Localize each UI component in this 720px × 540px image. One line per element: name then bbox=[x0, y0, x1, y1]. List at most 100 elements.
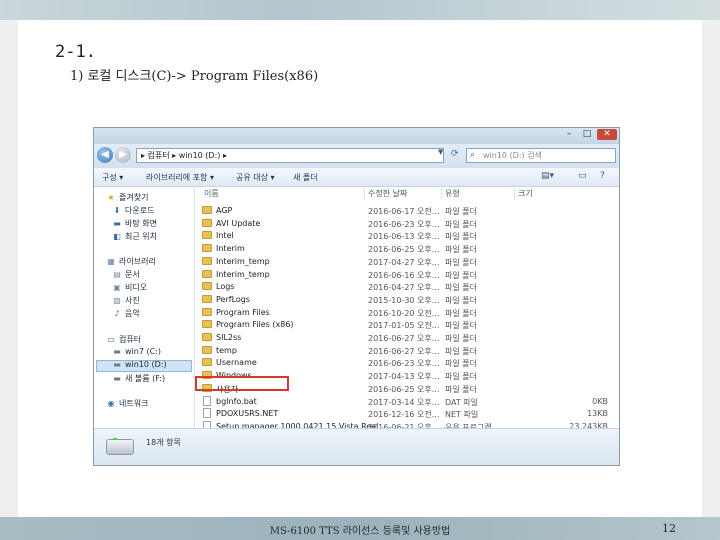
new-folder-button[interactable]: 새 폴더 bbox=[293, 172, 318, 183]
nav-computer[interactable]: ▭ 컴퓨터 bbox=[106, 334, 141, 345]
preview-pane-icon[interactable]: ▭ bbox=[578, 171, 587, 181]
navigation-pane: ★ 즐겨찾기 ⬇ 다운로드 ▬ 바탕 화면 ◧ 최근 위치 ▦ 라이브러리 ▤ 문서 ▣ 비디… bbox=[94, 186, 195, 427]
file-name: Logs bbox=[216, 282, 235, 292]
nav-favorites[interactable]: ★ 즐겨찾기 bbox=[106, 192, 148, 203]
nav-libraries[interactable]: ▦ 라이브러리 bbox=[106, 256, 156, 267]
column-header-date[interactable]: 수정한 날짜 bbox=[368, 188, 407, 200]
video-icon: ▣ bbox=[113, 283, 121, 292]
include-library-button[interactable]: 라이브러리에 포함 ▾ bbox=[146, 172, 214, 183]
folder-icon bbox=[202, 256, 212, 265]
file-row[interactable]: PDOXUSRS.NET 2016-12-16 오전... NET 파일 13KB bbox=[198, 407, 619, 420]
file-row[interactable]: Program Files 2016-10-20 오전... 파일 폴더 bbox=[198, 306, 619, 319]
minimize-button[interactable]: – bbox=[561, 129, 577, 140]
file-type: 파일 폴더 bbox=[445, 384, 477, 394]
column-divider[interactable] bbox=[441, 188, 442, 200]
file-name: Program Files bbox=[216, 307, 270, 317]
file-row[interactable]: SIL2ss 2016-06-27 오후... 파일 폴더 bbox=[198, 331, 619, 344]
file-icon bbox=[203, 408, 211, 419]
column-header-type[interactable]: 유형 bbox=[445, 188, 460, 200]
share-with-button[interactable]: 공유 대상 ▾ bbox=[236, 172, 275, 183]
help-icon[interactable]: ? bbox=[600, 171, 605, 181]
nav-label: 음악 bbox=[125, 309, 140, 318]
file-row[interactable]: Interim_temp 2017-04-27 오후... 파일 폴더 bbox=[198, 255, 619, 268]
column-divider[interactable] bbox=[364, 188, 365, 200]
picture-icon: ▨ bbox=[113, 296, 121, 305]
nav-label: win10 (D:) bbox=[125, 360, 167, 369]
file-name: Intel bbox=[216, 231, 234, 241]
nav-network[interactable]: ◉ 네트워크 bbox=[106, 398, 149, 409]
file-date: 2016-06-16 오후... bbox=[368, 270, 440, 280]
search-input[interactable]: ⌕ win10 (D:) 검색 bbox=[466, 148, 616, 163]
nav-label: 즐겨찾기 bbox=[119, 193, 149, 202]
folder-icon bbox=[202, 244, 212, 253]
address-bar[interactable]: ▸ 컴퓨터 ▸ win10 (D:) ▸ bbox=[136, 148, 444, 163]
command-toolbar: 구성 ▾ 라이브러리에 포함 ▾ 공유 대상 ▾ 새 폴더 ▤▾ ▭ ? bbox=[94, 168, 619, 187]
back-arrow-icon[interactable]: ◀ bbox=[97, 147, 113, 163]
file-date: 2017-04-13 오후... bbox=[368, 372, 440, 382]
nav-item-desktop[interactable]: ▬ 바탕 화면 bbox=[112, 218, 157, 229]
view-options-icon[interactable]: ▤▾ bbox=[541, 171, 554, 181]
file-row[interactable]: bgInfo.bat 2017-03-14 오후... DAT 파일 0KB bbox=[198, 395, 619, 408]
nav-item-videos[interactable]: ▣ 비디오 bbox=[112, 282, 147, 293]
nav-label: 비디오 bbox=[125, 283, 148, 292]
file-row[interactable]: AVI Update 2016-06-23 오후... 파일 폴더 bbox=[198, 217, 619, 230]
file-date: 2016-06-23 오후... bbox=[368, 219, 440, 229]
forward-arrow-icon[interactable]: ▶ bbox=[115, 147, 131, 163]
nav-item-music[interactable]: ♪ 음악 bbox=[112, 308, 140, 319]
search-icon: ⌕ bbox=[470, 150, 476, 160]
maximize-button[interactable]: □ bbox=[579, 129, 595, 140]
file-row[interactable]: Logs 2016-04-27 오후... 파일 폴더 bbox=[198, 280, 619, 293]
file-name: PerfLogs bbox=[216, 294, 251, 304]
explorer-window: – □ ✕ ◀ ▶ ▸ 컴퓨터 ▸ win10 (D:) ▸ ▼ ⟳ ⌕ win… bbox=[93, 127, 620, 466]
file-size: 13KB bbox=[587, 409, 608, 419]
documents-icon: ▤ bbox=[113, 270, 121, 279]
organize-button[interactable]: 구성 ▾ bbox=[102, 172, 123, 183]
close-button[interactable]: ✕ bbox=[597, 129, 617, 140]
file-type: 파일 폴더 bbox=[445, 270, 477, 280]
nav-item-downloads[interactable]: ⬇ 다운로드 bbox=[112, 205, 155, 216]
file-date: 2016-06-27 오후... bbox=[368, 334, 440, 343]
status-bar: 18개 항목 bbox=[94, 428, 619, 465]
nav-label: 사진 bbox=[125, 296, 140, 305]
folder-icon bbox=[202, 294, 212, 303]
nav-item-documents[interactable]: ▤ 문서 bbox=[112, 269, 140, 280]
nav-item-drive-f[interactable]: ▬ 새 볼륨 (F:) bbox=[112, 373, 165, 384]
refresh-icon[interactable]: ⟳ bbox=[451, 149, 459, 159]
file-row[interactable]: temp 2016-06-27 오후... 파일 폴더 bbox=[198, 344, 619, 357]
file-row[interactable]: Intel 2016-06-13 오후... 파일 폴더 bbox=[198, 229, 619, 242]
file-name: Username bbox=[216, 358, 257, 368]
page-number: 12 bbox=[662, 522, 676, 535]
file-row[interactable]: Program Files (x86) 2017-01-05 오전... 파일 폴더 bbox=[198, 318, 619, 331]
nav-item-drive-c[interactable]: ▬ win7 (C:) bbox=[112, 347, 161, 356]
nav-item-recent[interactable]: ◧ 최근 위치 bbox=[112, 231, 157, 242]
file-row[interactable]: Interim 2016-06-25 오후... 파일 폴더 bbox=[198, 242, 619, 255]
file-icon bbox=[203, 395, 211, 406]
file-date: 2015-10-30 오후... bbox=[368, 295, 440, 305]
file-row[interactable]: PerfLogs 2015-10-30 오후... 파일 폴더 bbox=[198, 293, 619, 306]
file-name: Interim_temp bbox=[216, 256, 270, 266]
file-name: SIL2ss bbox=[216, 333, 242, 342]
column-header-size[interactable]: 크기 bbox=[518, 188, 533, 200]
slide-heading: 2-1. bbox=[55, 42, 96, 62]
recent-places-icon: ◧ bbox=[113, 232, 121, 241]
folder-icon bbox=[202, 307, 212, 316]
file-type: 파일 폴더 bbox=[445, 321, 477, 331]
slide-subheading: 1) 로컬 디스크(C)-> Program Files(x86) bbox=[70, 69, 319, 84]
file-row[interactable]: Username 2016-06-23 오후... 파일 폴더 bbox=[198, 356, 619, 369]
address-dropdown-icon[interactable]: ▼ bbox=[438, 148, 443, 156]
nav-item-pictures[interactable]: ▨ 사진 bbox=[112, 295, 140, 306]
file-date: 2016-10-20 오전... bbox=[368, 308, 440, 318]
file-type: 파일 폴더 bbox=[445, 334, 477, 343]
nav-label: 라이브러리 bbox=[119, 257, 156, 266]
highlight-box-program-files-x86 bbox=[195, 376, 289, 391]
nav-item-drive-d[interactable]: ▬ win10 (D:) bbox=[112, 360, 167, 369]
slide-top-band bbox=[0, 0, 720, 20]
nav-label: 네트워크 bbox=[119, 399, 149, 408]
file-type: 파일 폴더 bbox=[445, 219, 477, 229]
file-type: 파일 폴더 bbox=[445, 295, 477, 305]
column-header-name[interactable]: 이름 bbox=[204, 188, 219, 200]
file-row[interactable]: Interim_temp 2016-06-16 오후... 파일 폴더 bbox=[198, 268, 619, 281]
folder-icon bbox=[202, 320, 212, 329]
file-row[interactable]: AGP 2016-06-17 오전... 파일 폴더 bbox=[198, 204, 619, 217]
column-divider[interactable] bbox=[514, 188, 515, 200]
